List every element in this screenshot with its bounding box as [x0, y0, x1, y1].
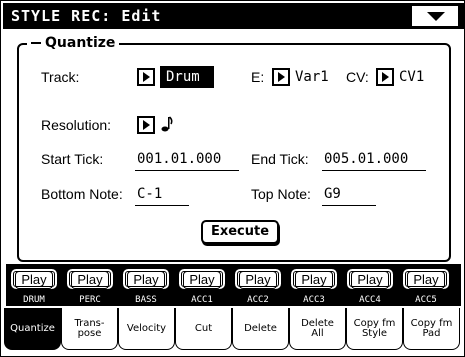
channel-label: ACC2: [247, 295, 269, 305]
channel-label: ACC5: [415, 295, 437, 305]
top-note-value[interactable]: G9: [324, 186, 341, 202]
track-arrow-icon[interactable]: [137, 68, 155, 86]
group-title: Quantize: [27, 35, 120, 51]
tab-delete-all[interactable]: Delete All: [289, 308, 346, 350]
channel-label: DRUM: [23, 295, 45, 305]
start-tick-value[interactable]: 001.01.000: [137, 151, 221, 167]
cv-arrow-icon[interactable]: [376, 68, 394, 86]
channel-label: ACC3: [303, 295, 325, 305]
start-tick-underline: [135, 170, 239, 171]
tab-bar: Quantize Trans- pose Velocity Cut Delete…: [3, 306, 464, 356]
e-value[interactable]: Var1: [295, 69, 329, 85]
tab-transpose[interactable]: Trans- pose: [61, 308, 118, 350]
end-tick-underline: [322, 170, 426, 171]
page-title: STYLE REC: Edit: [11, 7, 162, 25]
e-label: E:: [251, 69, 265, 85]
play-button-perc[interactable]: Play: [66, 268, 114, 290]
tab-quantize[interactable]: Quantize: [4, 308, 61, 350]
top-note-label: Top Note:: [251, 186, 311, 202]
track-label: Track:: [41, 69, 80, 85]
tab-velocity[interactable]: Velocity: [118, 308, 175, 350]
chevron-down-icon[interactable]: [412, 6, 458, 26]
end-tick-label: End Tick:: [251, 151, 309, 167]
start-tick-label: Start Tick:: [41, 151, 104, 167]
tab-cut[interactable]: Cut: [175, 308, 232, 350]
top-note-underline: [322, 205, 376, 206]
cv-label: CV:: [346, 69, 369, 85]
style-rec-edit-screen: STYLE REC: Edit Quantize Track: Drum E: …: [0, 0, 465, 357]
end-tick-value[interactable]: 005.01.000: [324, 151, 408, 167]
tab-delete[interactable]: Delete: [232, 308, 289, 350]
channel-label: ACC1: [191, 295, 213, 305]
play-button-acc4[interactable]: Play: [346, 268, 394, 290]
bottom-note-underline: [135, 205, 189, 206]
channel-label: BASS: [135, 295, 157, 305]
execute-button[interactable]: Execute: [201, 220, 279, 244]
channel-label: ACC4: [359, 295, 381, 305]
tab-copy-fm-style[interactable]: Copy fm Style: [346, 308, 403, 350]
play-button-acc1[interactable]: Play: [178, 268, 226, 290]
title-bar: STYLE REC: Edit: [3, 3, 464, 29]
channel-label: PERC: [79, 295, 101, 305]
resolution-label: Resolution:: [41, 117, 112, 133]
play-button-row: Play Play Play Play Play Play Play Play: [6, 264, 461, 294]
track-value[interactable]: Drum: [160, 66, 214, 88]
bottom-note-value[interactable]: C-1: [137, 186, 162, 202]
cv-value[interactable]: CV1: [399, 69, 424, 85]
play-button-drum[interactable]: Play: [10, 268, 58, 290]
e-arrow-icon[interactable]: [272, 68, 290, 86]
tab-copy-fm-pad[interactable]: Copy fm Pad: [403, 308, 460, 350]
channel-label-row: DRUM PERC BASS ACC1 ACC2 ACC3 ACC4 ACC5: [6, 294, 461, 306]
play-button-bass[interactable]: Play: [122, 268, 170, 290]
eighth-note-icon[interactable]: [161, 115, 173, 133]
play-button-acc5[interactable]: Play: [402, 268, 450, 290]
resolution-arrow-icon[interactable]: [137, 116, 155, 134]
bottom-note-label: Bottom Note:: [41, 186, 123, 202]
play-button-acc3[interactable]: Play: [290, 268, 338, 290]
play-button-acc2[interactable]: Play: [234, 268, 282, 290]
